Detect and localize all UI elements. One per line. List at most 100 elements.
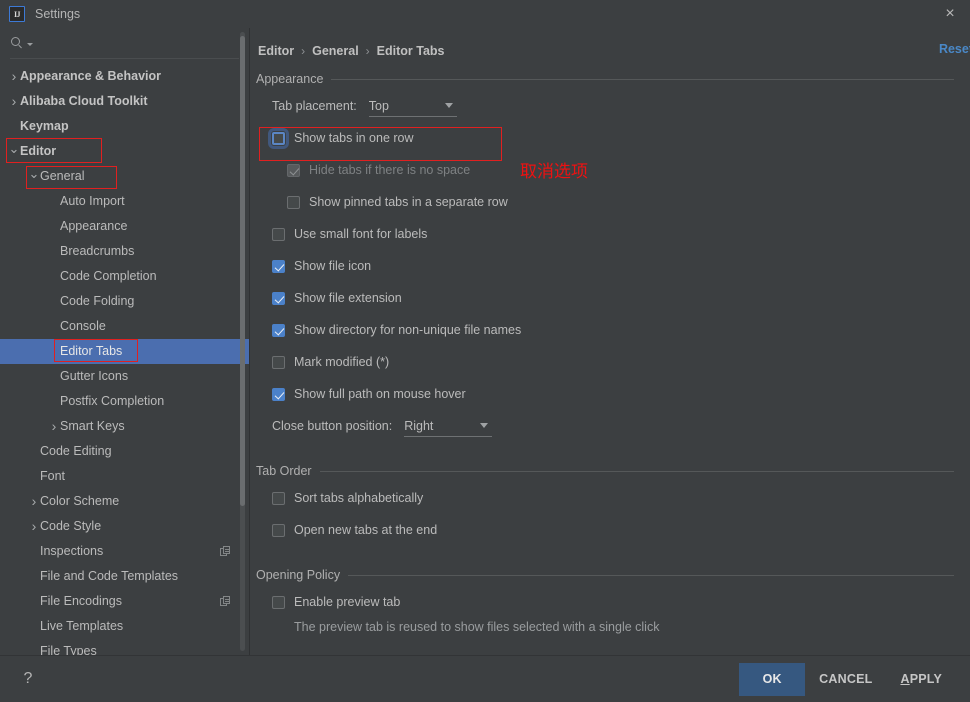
label-show-directory-non-unique[interactable]: Show directory for non-unique file names (294, 323, 521, 337)
copy-settings-icon[interactable] (220, 595, 231, 607)
sidebar-item-file-encodings[interactable]: File Encodings (0, 589, 249, 614)
sidebar-item-font[interactable]: Font (0, 464, 249, 489)
checkbox-sort-tabs-alphabetically[interactable] (272, 491, 285, 505)
sidebar-item-general[interactable]: General (0, 164, 249, 189)
close-icon[interactable]: × (940, 4, 960, 24)
checkbox-show-pinned-tabs-separate-row[interactable] (287, 195, 300, 209)
close-button-position-value: Right (404, 418, 434, 433)
label-show-file-icon[interactable]: Show file icon (294, 259, 371, 273)
breadcrumb-item-general[interactable]: General (312, 44, 359, 58)
section-title: Opening Policy (256, 568, 341, 582)
sidebar-item-auto-import[interactable]: Auto Import (0, 189, 249, 214)
checkbox-mark-modified[interactable] (272, 355, 285, 369)
sidebar-item-label: Color Scheme (40, 494, 120, 509)
help-button[interactable]: ? (18, 669, 38, 689)
sidebar-item-label: File and Code Templates (40, 569, 179, 584)
sidebar-item-console[interactable]: Console (0, 314, 249, 339)
checkbox-show-file-extension[interactable] (272, 291, 285, 305)
sidebar-item-breadcrumbs[interactable]: Breadcrumbs (0, 239, 249, 264)
label-show-pinned-tabs-separate-row[interactable]: Show pinned tabs in a separate row (309, 195, 508, 209)
sidebar-item-alibaba-cloud-toolkit[interactable]: Alibaba Cloud Toolkit (0, 89, 249, 114)
label-sort-tabs-alphabetically[interactable]: Sort tabs alphabetically (294, 491, 423, 505)
row-show-full-path[interactable]: Show full path on mouse hover (256, 378, 970, 410)
breadcrumb-item-editor[interactable]: Editor (258, 44, 294, 58)
search-icon (11, 36, 24, 50)
dialog-footer: ? OK CANCEL A PPLY (0, 655, 970, 702)
search-dropdown-caret-icon[interactable] (27, 43, 33, 46)
checkbox-show-tabs-in-one-row[interactable] (268, 127, 289, 149)
row-mark-modified[interactable]: Mark modified (*) (256, 346, 970, 378)
row-enable-preview-tab[interactable]: Enable preview tab (256, 586, 970, 618)
sidebar-item-code-editing[interactable]: Code Editing (0, 439, 249, 464)
intellij-logo-icon: IJ (9, 6, 25, 22)
chevron-down-icon[interactable] (8, 145, 20, 158)
chevron-right-icon[interactable] (48, 419, 60, 433)
row-show-file-icon[interactable]: Show file icon (256, 250, 970, 282)
sidebar-item-label: Inspections (40, 544, 104, 559)
sidebar-item-label: Keymap (20, 119, 69, 134)
sidebar-item-code-style[interactable]: Code Style (0, 514, 249, 539)
sidebar-scrollbar-track[interactable] (240, 32, 245, 651)
sidebar-item-file-and-code-templates[interactable]: File and Code Templates (0, 564, 249, 589)
settings-main-panel: Editor › General › Editor Tabs Reset App… (250, 28, 970, 655)
checkbox-enable-preview-tab[interactable] (272, 595, 285, 609)
row-hide-tabs-no-space: Hide tabs if there is no space (256, 154, 970, 186)
sidebar-item-appearance[interactable]: Appearance (0, 214, 249, 239)
row-show-pinned-separate[interactable]: Show pinned tabs in a separate row (256, 186, 970, 218)
sidebar-item-postfix-completion[interactable]: Postfix Completion (0, 389, 249, 414)
sidebar-item-code-completion[interactable]: Code Completion (0, 264, 249, 289)
cancel-button[interactable]: CANCEL (805, 663, 886, 696)
checkbox-show-full-path-on-hover[interactable] (272, 387, 285, 401)
label-open-new-tabs-at-end[interactable]: Open new tabs at the end (294, 523, 437, 537)
label-show-full-path-on-hover[interactable]: Show full path on mouse hover (294, 387, 466, 401)
label-use-small-font-for-labels[interactable]: Use small font for labels (294, 227, 427, 241)
breadcrumb: Editor › General › Editor Tabs Reset (250, 28, 970, 60)
label-mark-modified[interactable]: Mark modified (*) (294, 355, 389, 369)
search-input[interactable] (37, 36, 239, 50)
row-show-directory[interactable]: Show directory for non-unique file names (256, 314, 970, 346)
row-sort-alphabetically[interactable]: Sort tabs alphabetically (256, 482, 970, 514)
ok-button[interactable]: OK (739, 662, 806, 696)
label-enable-preview-tab[interactable]: Enable preview tab (294, 595, 400, 609)
label-show-tabs-in-one-row[interactable]: Show tabs in one row (294, 131, 414, 145)
tab-placement-dropdown[interactable]: Top (368, 95, 457, 117)
copy-settings-icon[interactable] (220, 545, 231, 557)
sidebar-scrollbar-thumb[interactable] (240, 36, 245, 506)
checkbox-use-small-font-for-labels[interactable] (272, 227, 285, 241)
chevron-right-icon[interactable] (28, 494, 40, 508)
sidebar-item-smart-keys[interactable]: Smart Keys (0, 414, 249, 439)
chevron-right-icon[interactable] (8, 94, 20, 108)
apply-button[interactable]: A PPLY (886, 663, 956, 696)
row-show-file-extension[interactable]: Show file extension (256, 282, 970, 314)
sidebar-item-live-templates[interactable]: Live Templates (0, 614, 249, 639)
row-show-tabs-one-row[interactable]: Show tabs in one row (256, 122, 970, 154)
sidebar-item-code-folding[interactable]: Code Folding (0, 289, 249, 314)
section-appearance: Appearance (256, 72, 970, 86)
sidebar-item-keymap[interactable]: Keymap (0, 114, 249, 139)
search-box[interactable] (0, 28, 249, 58)
sidebar-item-file-types[interactable]: File Types (0, 639, 249, 655)
settings-tree[interactable]: Appearance & Behavior Alibaba Cloud Toolk… (0, 59, 249, 655)
sidebar-item-editor[interactable]: Editor (0, 139, 249, 164)
chevron-right-icon[interactable] (8, 69, 20, 83)
section-tab-order: Tab Order (256, 464, 970, 478)
close-button-position-dropdown[interactable]: Right (404, 415, 493, 437)
chevron-down-icon[interactable] (28, 170, 40, 183)
checkbox-open-new-tabs-at-end[interactable] (272, 523, 285, 537)
sidebar-item-color-scheme[interactable]: Color Scheme (0, 489, 249, 514)
sidebar-item-label: Code Style (40, 519, 102, 534)
sidebar-item-editor-tabs[interactable]: Editor Tabs (0, 338, 249, 364)
dialog-body: Appearance & Behavior Alibaba Cloud Toolk… (0, 28, 970, 655)
chevron-right-icon[interactable] (28, 519, 40, 533)
sidebar-item-appearance-behavior[interactable]: Appearance & Behavior (0, 64, 249, 89)
checkbox-show-directory-non-unique[interactable] (272, 323, 285, 337)
title-bar: IJ Settings × (0, 0, 970, 28)
reset-link[interactable]: Reset (939, 42, 970, 56)
row-open-new-tabs-end[interactable]: Open new tabs at the end (256, 514, 970, 546)
checkbox-show-file-icon[interactable] (272, 259, 285, 273)
row-use-small-font[interactable]: Use small font for labels (256, 218, 970, 250)
sidebar-item-inspections[interactable]: Inspections (0, 539, 249, 564)
section-title: Appearance (256, 72, 324, 86)
label-show-file-extension[interactable]: Show file extension (294, 291, 402, 305)
sidebar-item-gutter-icons[interactable]: Gutter Icons (0, 364, 249, 389)
